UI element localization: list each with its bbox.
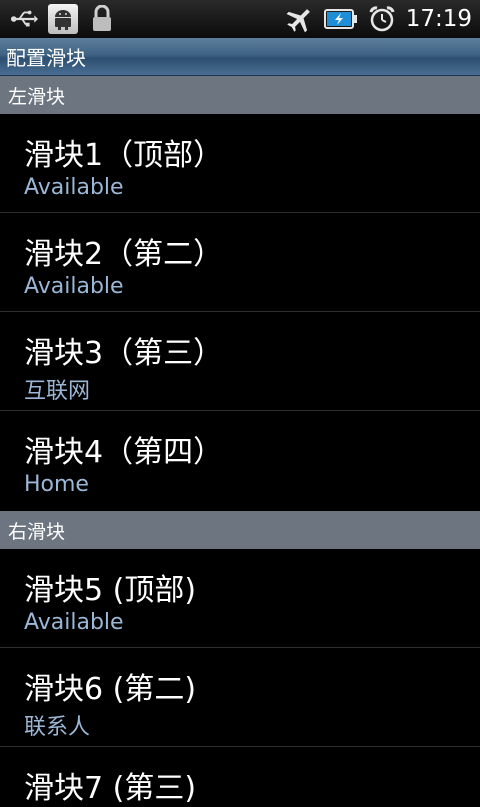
slider-item-3[interactable]: 滑块3（第三） 互联网 [0,312,480,411]
android-debug-icon [48,4,78,34]
slider-item-4[interactable]: 滑块4（第四） Home [0,411,480,510]
slider-item-summary: Available [24,274,124,299]
slider-item-summary: 互联网 [24,379,91,404]
airplane-mode-icon [286,5,314,33]
slider-item-2[interactable]: 滑块2（第二） Available [0,213,480,312]
slider-item-title: 滑块1（顶部） [24,138,224,173]
slider-item-title: 滑块5 (顶部) [24,573,197,608]
page-title: 配置滑块 [0,38,480,76]
clock: 17:19 [405,6,472,32]
alarm-icon [368,5,396,33]
slider-item-title: 滑块7 (第三) [24,771,197,806]
section-header-right-slider: 右滑块 [0,511,480,549]
lock-icon [88,5,116,33]
slider-item-title: 滑块4（第四） [24,435,224,470]
slider-item-summary: Available [24,175,124,200]
slider-item-6[interactable]: 滑块6 (第二) 联系人 [0,648,480,747]
status-bar: 17:19 [0,0,480,38]
slider-item-title: 滑块3（第三） [24,336,224,371]
slider-item-title: 滑块2（第二） [24,237,224,272]
slider-item-summary: Available [24,610,124,635]
section-header-left-slider: 左滑块 [0,76,480,114]
slider-item-summary: Home [24,472,89,497]
slider-item-5[interactable]: 滑块5 (顶部) Available [0,549,480,648]
battery-charging-icon [323,5,358,33]
slider-item-7[interactable]: 滑块7 (第三) [0,747,480,806]
slider-item-1[interactable]: 滑块1（顶部） Available [0,114,480,213]
usb-icon [10,5,38,33]
slider-item-summary: 联系人 [24,715,91,740]
slider-item-title: 滑块6 (第二) [24,672,197,707]
